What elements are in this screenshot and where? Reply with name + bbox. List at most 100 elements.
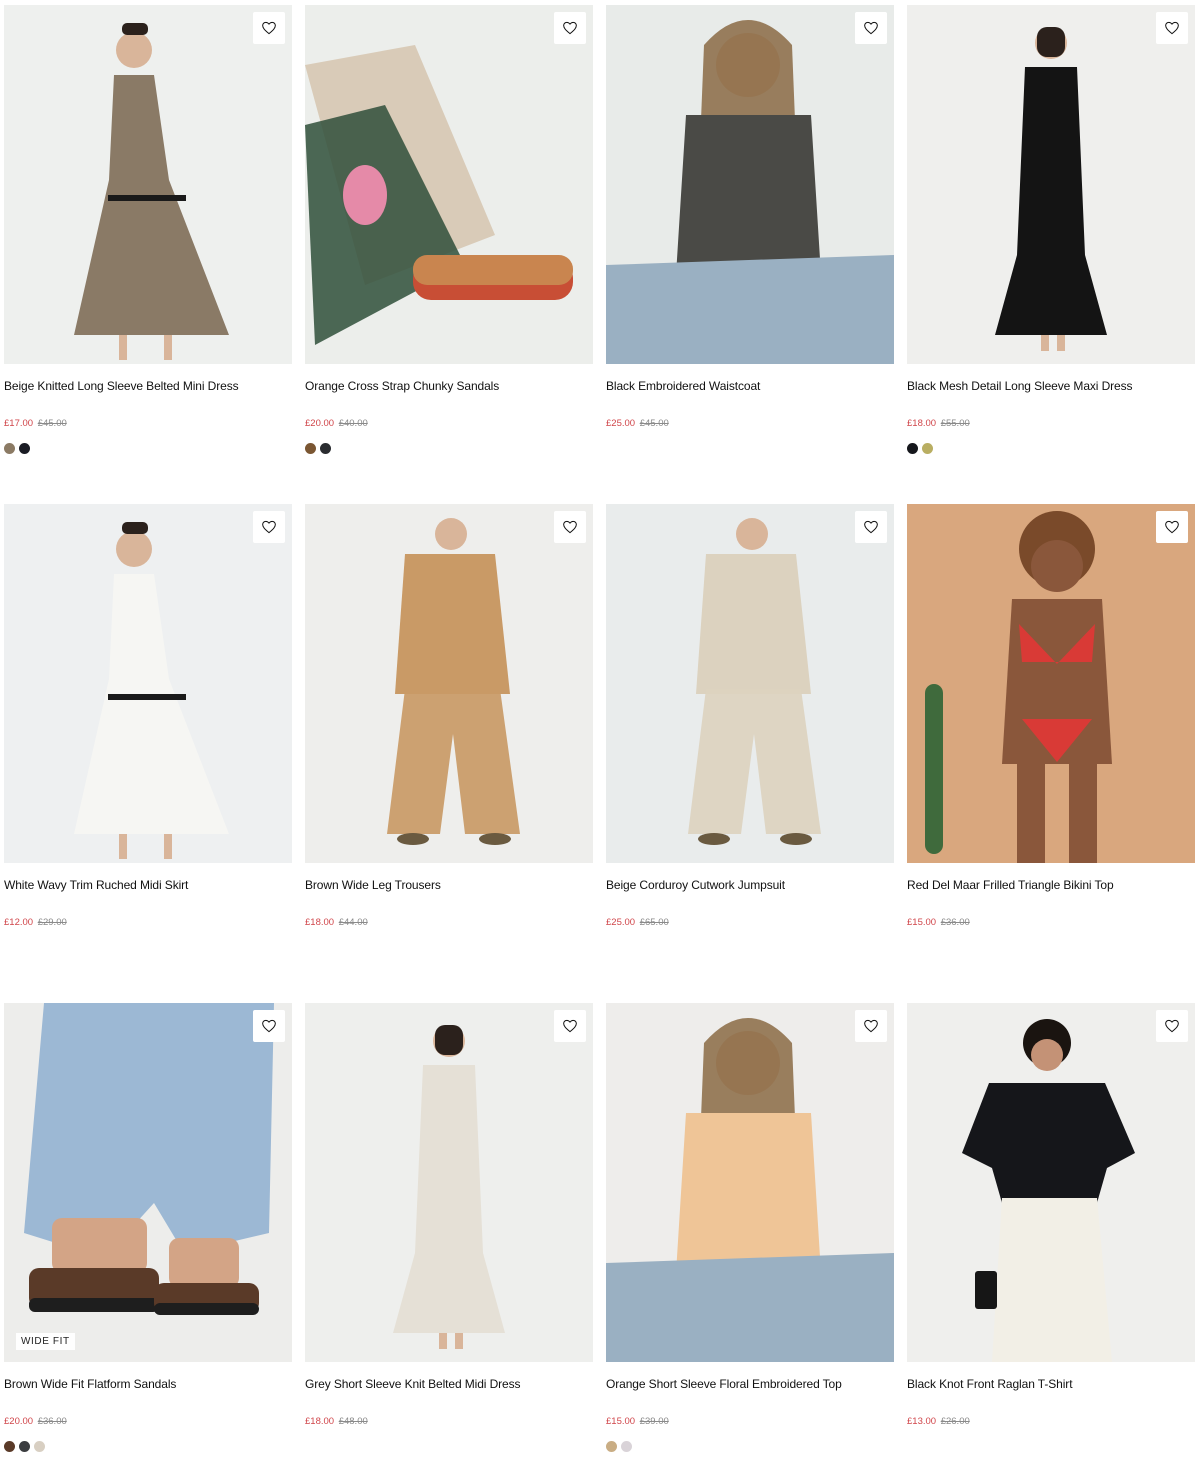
product-price: £13.00 £26.00	[907, 1416, 1195, 1428]
product-title[interactable]: Black Mesh Detail Long Sleeve Maxi Dress	[907, 379, 1195, 393]
sale-price: £15.00	[907, 917, 937, 928]
product-photo[interactable]	[4, 5, 292, 364]
original-price: £44.00	[338, 917, 368, 928]
product-photo[interactable]	[4, 504, 292, 863]
heart-icon	[261, 20, 277, 36]
product-photo[interactable]	[4, 1003, 292, 1362]
wishlist-button[interactable]	[855, 1010, 887, 1042]
colour-swatch[interactable]	[4, 1441, 15, 1452]
wishlist-button[interactable]	[1156, 12, 1188, 44]
product-card[interactable]: Red Del Maar Frilled Triangle Bikini Top…	[907, 504, 1195, 1003]
product-title[interactable]: Orange Cross Strap Chunky Sandals	[305, 379, 593, 393]
original-price: £36.00	[37, 1416, 67, 1427]
product-card[interactable]: Black Embroidered Waistcoat £25.00 £45.0…	[606, 5, 894, 504]
product-card[interactable]: Orange Short Sleeve Floral Embroidered T…	[606, 1003, 894, 1464]
wishlist-button[interactable]	[253, 1010, 285, 1042]
wishlist-button[interactable]	[253, 511, 285, 543]
colour-swatch[interactable]	[907, 443, 918, 454]
colour-swatch[interactable]	[4, 443, 15, 454]
product-title[interactable]: Beige Knitted Long Sleeve Belted Mini Dr…	[4, 379, 292, 393]
wishlist-button[interactable]	[554, 1010, 586, 1042]
product-image[interactable]	[606, 504, 894, 863]
product-image[interactable]	[907, 1003, 1195, 1362]
product-image[interactable]	[305, 5, 593, 364]
heart-icon	[562, 20, 578, 36]
product-image[interactable]	[305, 504, 593, 863]
product-card[interactable]: Black Knot Front Raglan T-Shirt £13.00 £…	[907, 1003, 1195, 1464]
product-card[interactable]: Beige Corduroy Cutwork Jumpsuit £25.00 £…	[606, 504, 894, 1003]
product-title[interactable]: Beige Corduroy Cutwork Jumpsuit	[606, 878, 894, 892]
product-price: £18.00 £48.00	[305, 1416, 593, 1428]
product-price: £20.00 £40.00	[305, 418, 593, 430]
heart-icon	[1164, 1018, 1180, 1034]
colour-swatch[interactable]	[922, 443, 933, 454]
colour-swatch[interactable]	[19, 1441, 30, 1452]
original-price: £45.00	[37, 418, 67, 429]
product-title[interactable]: Red Del Maar Frilled Triangle Bikini Top	[907, 878, 1195, 892]
wishlist-button[interactable]	[1156, 1010, 1188, 1042]
product-photo[interactable]	[606, 5, 894, 364]
product-card[interactable]: Black Mesh Detail Long Sleeve Maxi Dress…	[907, 5, 1195, 504]
product-photo[interactable]	[907, 504, 1195, 863]
product-title[interactable]: Black Embroidered Waistcoat	[606, 379, 894, 393]
colour-swatch[interactable]	[320, 443, 331, 454]
original-price: £40.00	[338, 418, 368, 429]
wishlist-button[interactable]	[554, 12, 586, 44]
product-title[interactable]: Black Knot Front Raglan T-Shirt	[907, 1377, 1195, 1391]
product-card[interactable]: Grey Short Sleeve Knit Belted Midi Dress…	[305, 1003, 593, 1464]
heart-icon	[562, 1018, 578, 1034]
product-image[interactable]	[606, 5, 894, 364]
product-price: £20.00 £36.00	[4, 1416, 292, 1428]
sale-price: £18.00	[305, 1416, 335, 1427]
sale-price: £20.00	[4, 1416, 34, 1427]
sale-price: £18.00	[907, 418, 937, 429]
wishlist-button[interactable]	[855, 511, 887, 543]
product-price: £18.00 £55.00	[907, 418, 1195, 430]
product-card[interactable]: Orange Cross Strap Chunky Sandals £20.00…	[305, 5, 593, 504]
product-card[interactable]: Brown Wide Leg Trousers £18.00 £44.00	[305, 504, 593, 1003]
product-photo[interactable]	[305, 504, 593, 863]
colour-swatch[interactable]	[621, 1441, 632, 1452]
sale-price: £18.00	[305, 917, 335, 928]
product-photo[interactable]	[606, 1003, 894, 1362]
product-image[interactable]	[907, 5, 1195, 364]
colour-swatch[interactable]	[34, 1441, 45, 1452]
product-card[interactable]: White Wavy Trim Ruched Midi Skirt £12.00…	[4, 504, 292, 1003]
product-photo[interactable]	[907, 5, 1195, 364]
original-price: £39.00	[639, 1416, 669, 1427]
product-image[interactable]	[4, 5, 292, 364]
heart-icon	[863, 20, 879, 36]
wishlist-button[interactable]	[554, 511, 586, 543]
product-image[interactable]: WIDE FIT	[4, 1003, 292, 1362]
sale-price: £25.00	[606, 917, 636, 928]
wishlist-button[interactable]	[253, 12, 285, 44]
colour-swatch[interactable]	[606, 1441, 617, 1452]
product-price: £25.00 £45.00	[606, 418, 894, 430]
original-price: £45.00	[639, 418, 669, 429]
product-card[interactable]: Beige Knitted Long Sleeve Belted Mini Dr…	[4, 5, 292, 504]
product-photo[interactable]	[606, 504, 894, 863]
wishlist-button[interactable]	[1156, 511, 1188, 543]
colour-swatch[interactable]	[305, 443, 316, 454]
product-title[interactable]: White Wavy Trim Ruched Midi Skirt	[4, 878, 292, 892]
colour-swatches	[907, 443, 1195, 454]
product-card[interactable]: WIDE FIT Brown Wide Fit Flatform Sandals…	[4, 1003, 292, 1464]
product-image[interactable]	[907, 504, 1195, 863]
product-title[interactable]: Brown Wide Fit Flatform Sandals	[4, 1377, 292, 1391]
product-price: £17.00 £45.00	[4, 418, 292, 430]
product-title[interactable]: Orange Short Sleeve Floral Embroidered T…	[606, 1377, 894, 1391]
product-price: £18.00 £44.00	[305, 917, 593, 929]
product-photo[interactable]	[305, 5, 593, 364]
colour-swatch[interactable]	[19, 443, 30, 454]
product-photo[interactable]	[907, 1003, 1195, 1362]
product-photo[interactable]	[305, 1003, 593, 1362]
product-image[interactable]	[4, 504, 292, 863]
sale-price: £15.00	[606, 1416, 636, 1427]
original-price: £55.00	[940, 418, 970, 429]
product-image[interactable]	[606, 1003, 894, 1362]
wishlist-button[interactable]	[855, 12, 887, 44]
product-title[interactable]: Grey Short Sleeve Knit Belted Midi Dress	[305, 1377, 593, 1391]
heart-icon	[261, 519, 277, 535]
product-title[interactable]: Brown Wide Leg Trousers	[305, 878, 593, 892]
product-image[interactable]	[305, 1003, 593, 1362]
